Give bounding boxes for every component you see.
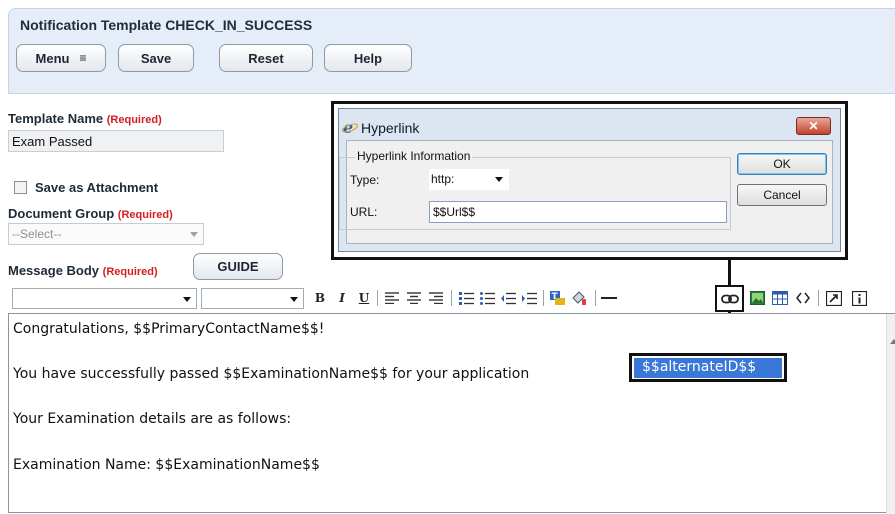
document-group-select[interactable]: --Select-- xyxy=(8,223,204,245)
ie-icon: e xyxy=(341,118,359,137)
chevron-up-icon xyxy=(890,339,895,344)
reset-button[interactable]: Reset xyxy=(219,44,313,72)
required-marker: (Required) xyxy=(106,114,162,126)
url-label: URL: xyxy=(350,205,378,219)
font-family-select[interactable] xyxy=(12,288,197,309)
chevron-down-icon xyxy=(190,232,198,237)
link-icon xyxy=(720,294,739,303)
toolbar-divider xyxy=(818,290,819,306)
font-size-select[interactable] xyxy=(201,288,304,309)
menu-button[interactable]: Menu ≡ xyxy=(16,44,106,72)
type-label: Type: xyxy=(350,173,380,187)
horizontal-rule-icon[interactable] xyxy=(600,288,618,308)
type-value: http: xyxy=(431,172,455,186)
toolbar-divider xyxy=(543,290,544,306)
save-as-attachment-label: Save as Attachment xyxy=(35,180,159,195)
dialog-title: Hyperlink xyxy=(361,120,420,136)
template-name-label-row: Template Name (Required) xyxy=(8,111,162,126)
underline-button[interactable]: U xyxy=(357,288,371,308)
selected-token-highlight[interactable]: $$alternateID$$ xyxy=(634,358,782,378)
url-value: $$Url$$ xyxy=(433,205,476,219)
insert-table-icon[interactable] xyxy=(771,288,789,308)
bold-button[interactable]: B xyxy=(313,288,327,308)
hyperlink-button[interactable] xyxy=(715,285,744,312)
document-group-label-row: Document Group (Required) xyxy=(8,206,173,221)
url-input[interactable]: $$Url$$ xyxy=(429,201,727,223)
align-left-icon[interactable] xyxy=(383,288,401,308)
ordered-list-icon[interactable] xyxy=(457,288,475,308)
indent-icon[interactable] xyxy=(520,288,538,308)
menu-label: Menu xyxy=(35,50,70,66)
template-name-value: Exam Passed xyxy=(12,134,93,149)
editor-line: You have successfully passed $$Examinati… xyxy=(13,366,530,382)
editor-line: Your Examination details are as follows: xyxy=(13,411,292,427)
guide-button[interactable]: GUIDE xyxy=(193,253,283,280)
bullet-list-icon[interactable] xyxy=(478,288,496,308)
selected-token: $$alternateID$$ xyxy=(642,359,757,375)
required-marker: (Required) xyxy=(102,266,158,278)
page-title: Notification Template CHECK_IN_SUCCESS xyxy=(20,17,313,33)
connector-line xyxy=(728,258,731,286)
toolbar-divider xyxy=(451,290,452,306)
editor-scrollbar[interactable] xyxy=(886,314,895,514)
background-color-icon[interactable] xyxy=(570,288,588,308)
text-color-icon[interactable]: T xyxy=(549,288,567,308)
insert-image-icon[interactable] xyxy=(748,288,766,308)
chevron-down-icon xyxy=(290,297,298,302)
toolbar-divider xyxy=(595,290,596,306)
save-button[interactable]: Save xyxy=(118,44,194,72)
ok-button[interactable]: OK xyxy=(737,153,827,175)
message-body-label: Message Body xyxy=(8,263,100,278)
menu-icon: ≡ xyxy=(79,51,87,65)
close-icon[interactable]: ✕ xyxy=(796,117,831,135)
document-group-value: --Select-- xyxy=(12,227,62,241)
italic-button[interactable]: I xyxy=(335,288,349,308)
template-name-field[interactable]: Exam Passed xyxy=(8,130,224,152)
template-name-label: Template Name xyxy=(8,111,104,126)
toolbar-divider xyxy=(377,290,378,306)
align-center-icon[interactable] xyxy=(405,288,423,308)
save-as-attachment-checkbox[interactable] xyxy=(14,181,27,194)
required-marker: (Required) xyxy=(117,209,173,221)
source-code-icon[interactable] xyxy=(794,288,812,308)
chevron-down-icon xyxy=(495,177,503,182)
info-icon[interactable] xyxy=(848,288,870,308)
message-body-label-row: Message Body (Required) xyxy=(8,263,158,278)
chevron-down-icon xyxy=(183,297,191,302)
help-button[interactable]: Help xyxy=(324,44,412,72)
align-right-icon[interactable] xyxy=(427,288,445,308)
maximize-icon[interactable] xyxy=(823,288,845,308)
document-group-label: Document Group xyxy=(8,206,115,221)
type-select[interactable]: http: xyxy=(429,169,509,190)
group-label: Hyperlink Information xyxy=(355,149,473,163)
cancel-button[interactable]: Cancel xyxy=(737,184,827,206)
outdent-icon[interactable] xyxy=(499,288,517,308)
editor-line: Congratulations, $$PrimaryContactName$$! xyxy=(13,321,325,337)
editor-line: Examination Name: $$ExaminationName$$ xyxy=(13,457,320,473)
